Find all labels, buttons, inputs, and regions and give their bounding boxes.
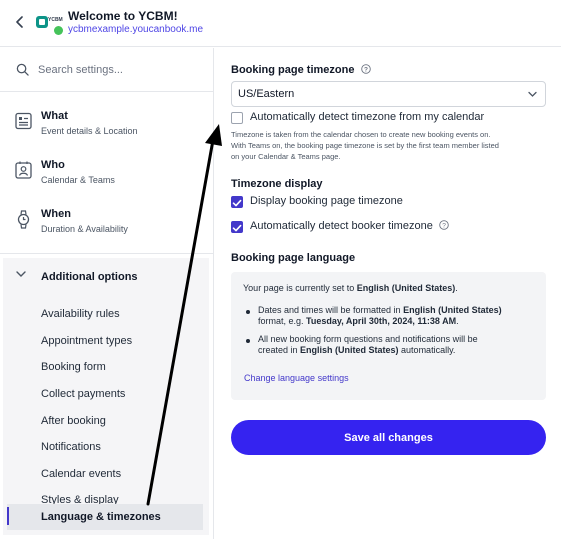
watch-icon	[17, 210, 30, 229]
note-line: All new booking form questions and notif…	[258, 334, 478, 344]
checkbox-label: Display booking page timezone	[250, 195, 403, 207]
bullet-dot	[246, 339, 250, 343]
nav-title: Who	[41, 159, 65, 171]
timezone-value: US/Eastern	[238, 88, 295, 100]
additional-options-panel: Additional options Availability rules Ap…	[3, 258, 209, 535]
chevron-left-icon	[16, 16, 23, 28]
language-intro: Your page is currently set to English (U…	[243, 283, 458, 294]
svg-text:?: ?	[364, 66, 368, 73]
sidebar-item-calendar-events[interactable]: Calendar events	[41, 468, 121, 480]
date-format-note: Dates and times will be formatted in Eng…	[258, 305, 502, 327]
sidebar-item-booking-form[interactable]: Booking form	[41, 361, 106, 373]
sidebar-item-who[interactable]: Who Calendar & Teams	[0, 148, 213, 196]
bullet-dot	[246, 310, 250, 314]
detect-booker-label-text: Automatically detect booker timezone	[250, 220, 433, 232]
sidebar-item-appointment-types[interactable]: Appointment types	[41, 335, 132, 347]
language-section-heading: Booking page language	[231, 252, 356, 264]
note-text: Dates and times will be formatted in	[258, 305, 404, 315]
chevron-down-icon	[528, 91, 537, 97]
nav-subtitle: Duration & Availability	[41, 224, 128, 234]
note-text: created in	[258, 345, 301, 355]
top-header: YCBM Welcome to YCBM! ycbmexample.youcan…	[0, 0, 561, 47]
page-title: Welcome to YCBM!	[68, 9, 178, 23]
search-icon	[16, 63, 29, 76]
active-item-indicator	[7, 507, 9, 525]
timezone-help-text: Timezone is taken from the calendar chos…	[231, 129, 546, 162]
sidebar-item-language-timezones[interactable]: Language & timezones	[41, 511, 161, 523]
booking-page-url-link[interactable]: ycbmexample.youcanbook.me	[68, 24, 203, 35]
checkbox-unchecked	[231, 112, 243, 124]
timezone-label: Booking page timezone	[231, 64, 355, 76]
online-status-dot	[54, 26, 63, 35]
intro-prefix: Your page is currently set to	[243, 283, 357, 293]
checkbox-label: Automatically detect timezone from my ca…	[250, 111, 485, 123]
sidebar-divider	[0, 253, 213, 254]
list-icon	[15, 112, 32, 130]
sidebar-item-collect-payments[interactable]: Collect payments	[41, 388, 125, 400]
note-text: format, e.g.	[258, 316, 307, 326]
chevron-down-icon	[16, 271, 26, 277]
additional-options-title: Additional options	[41, 271, 138, 283]
sidebar-item-availability-rules[interactable]: Availability rules	[41, 308, 120, 320]
sidebar-item-what[interactable]: What Event details & Location	[0, 99, 213, 147]
note-line: created in English (United States) autom…	[258, 345, 478, 356]
additional-options-toggle[interactable]: Additional options	[3, 258, 209, 290]
intro-suffix: .	[455, 283, 458, 293]
timezone-select[interactable]: US/Eastern	[231, 81, 546, 107]
sidebar-item-after-booking[interactable]: After booking	[41, 415, 106, 427]
note-text: .	[456, 316, 459, 326]
timezone-display-heading: Timezone display	[231, 178, 323, 190]
back-button[interactable]	[10, 12, 30, 32]
nav-subtitle: Event details & Location	[41, 126, 138, 136]
search-input[interactable]	[38, 59, 198, 81]
nav-title: What	[41, 110, 68, 122]
language-info-box: Your page is currently set to English (U…	[231, 272, 546, 400]
date-example: Tuesday, April 30th, 2024, 11:38 AM	[306, 316, 457, 326]
note-line: Dates and times will be formatted in Eng…	[258, 305, 502, 316]
timezone-section-heading: Booking page timezone ?	[231, 64, 371, 76]
note-language: English (United States)	[403, 305, 502, 315]
nav-title: When	[41, 208, 71, 220]
help-line: on your Calendar & Teams page.	[231, 152, 341, 161]
save-all-changes-button[interactable]: Save all changes	[231, 420, 546, 455]
sidebar-item-when[interactable]: When Duration & Availability	[0, 197, 213, 245]
ycbm-logo-icon	[36, 16, 48, 28]
help-icon[interactable]: ?	[439, 220, 449, 230]
checkbox-label: Automatically detect booker timezone?	[250, 220, 449, 232]
note-text: automatically.	[398, 345, 456, 355]
settings-search	[0, 48, 213, 92]
checkmark-icon	[232, 199, 242, 207]
new-content-language-note: All new booking form questions and notif…	[258, 334, 478, 356]
nav-subtitle: Calendar & Teams	[41, 175, 115, 185]
checkmark-icon	[232, 224, 242, 232]
note-line: format, e.g. Tuesday, April 30th, 2024, …	[258, 316, 502, 327]
note-language: English (United States)	[300, 345, 399, 355]
help-line: With Teams on, the booking page timezone…	[231, 141, 499, 150]
logo-text: YCBM	[48, 17, 63, 23]
help-line: Timezone is taken from the calendar chos…	[231, 130, 491, 139]
current-language: English (United States)	[356, 283, 456, 293]
checkbox-checked	[231, 196, 243, 208]
change-language-settings-link[interactable]: Change language settings	[244, 373, 349, 383]
sidebar-item-notifications[interactable]: Notifications	[41, 441, 101, 453]
help-icon[interactable]: ?	[360, 64, 371, 74]
checkbox-checked	[231, 221, 243, 233]
settings-sidebar: What Event details & Location Who Calend…	[0, 48, 214, 539]
contact-card-icon	[15, 161, 32, 179]
svg-text:?: ?	[442, 222, 446, 229]
